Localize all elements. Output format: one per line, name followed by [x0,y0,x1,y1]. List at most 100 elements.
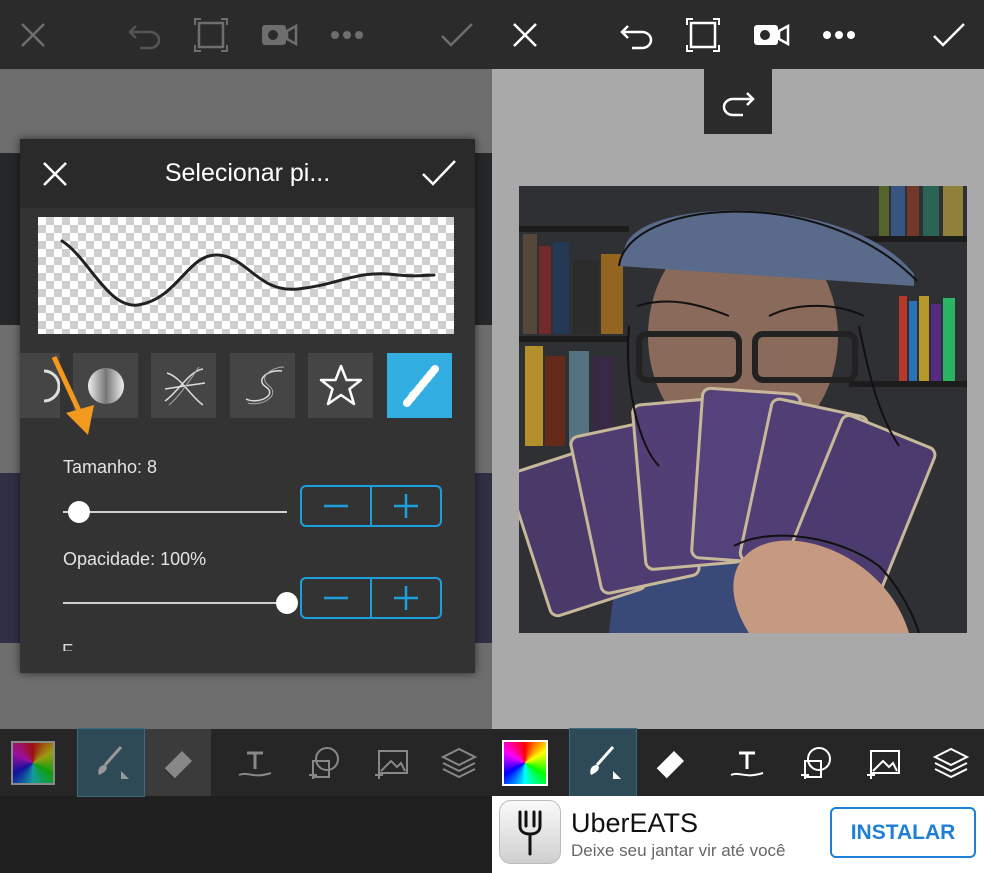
size-increase-button[interactable] [370,487,440,525]
minus-icon [324,504,348,508]
plus-icon [394,586,418,610]
text-tool-button[interactable] [714,729,780,796]
close-icon [21,23,45,47]
ubereats-app-icon [499,800,561,864]
dialog-confirm-button[interactable] [420,157,458,189]
bottom-toolbar [0,728,492,797]
size-stepper [300,485,442,527]
more-icon [823,31,855,39]
plus-icon [394,494,418,518]
apply-button[interactable] [434,12,480,58]
eraser-icon [655,750,684,780]
paintbrush-icon [98,745,129,779]
redo-icon [722,91,755,116]
checkmark-icon [422,160,456,186]
add-shape-icon [801,746,831,779]
color-wheel-icon [502,739,548,786]
redo-button[interactable] [704,69,772,134]
close-icon [513,23,537,47]
add-shape-icon [309,746,339,779]
crop-button[interactable] [188,12,234,58]
wave-stroke-icon [245,366,284,404]
ad-subtitle: Deixe seu jantar vir até você [571,841,786,860]
close-button[interactable] [502,12,548,58]
add-image-icon [375,749,408,779]
brush-tool-button[interactable] [77,728,145,797]
opacity-label: Opacidade: 100% [63,549,207,569]
layers-icon [440,747,478,778]
color-wheel-icon [11,740,55,785]
eraser-tool-button[interactable] [637,729,703,796]
annotation-arrow [51,355,94,435]
image-tool-button[interactable] [358,729,424,796]
sparkle-stroke-icon [402,364,439,407]
video-button[interactable] [256,12,302,58]
opacity-stepper [300,577,442,619]
color-picker-button[interactable] [492,729,558,796]
brush-stroke-preview [60,239,436,307]
video-button[interactable] [748,12,794,58]
size-slider-track[interactable] [63,511,287,513]
paintbrush-icon [590,745,621,779]
edited-photo[interactable] [519,186,967,633]
opacity-slider-knob[interactable] [276,592,298,614]
brush-option-sparkle[interactable] [387,353,452,418]
text-icon [238,751,272,776]
layers-button[interactable] [918,729,984,796]
undo-icon [128,25,161,50]
checkmark-icon [441,23,473,47]
more-button[interactable] [324,12,370,58]
color-picker-button[interactable] [0,729,66,796]
more-icon [331,31,363,39]
more-button[interactable] [816,12,862,58]
size-label: Tamanho: 8 [63,457,158,477]
opacity-slider-track[interactable] [63,602,287,604]
fork-icon [518,810,542,856]
star-icon [319,364,362,405]
eraser-icon [163,750,192,780]
video-camera-icon [754,23,790,47]
ad-title: UberEATS [571,808,699,838]
size-slider-knob[interactable] [67,501,90,523]
dialog-title: Selecionar pi... [164,159,331,187]
brush-tool-button[interactable] [569,728,637,797]
top-bar [492,0,984,69]
dialog-close-button[interactable] [40,159,70,189]
photo-with-drawing [519,186,967,633]
undo-icon [620,25,653,50]
text-icon [730,751,764,776]
close-icon [43,162,67,186]
crop-button[interactable] [680,12,726,58]
dialog-header: Selecionar pi... [20,139,475,208]
right-screen: UberEATS Deixe seu jantar vir até você I… [492,0,984,873]
layers-icon [932,747,970,778]
install-button[interactable]: INSTALAR [830,807,976,858]
video-camera-icon [262,23,298,47]
ad-banner[interactable]: UberEATS Deixe seu jantar vir até você I… [492,796,984,873]
shape-tool-button[interactable] [290,729,356,796]
undo-button[interactable] [614,12,660,58]
brush-dialog: Selecionar pi... Tamanho: 8 Opacidade: 1… [20,139,475,673]
crop-icon [686,18,720,52]
crop-icon [194,18,228,52]
eraser-tool-button[interactable] [145,729,211,796]
minus-icon [324,596,348,600]
size-decrease-button[interactable] [302,487,370,525]
brush-option-wave[interactable] [230,353,295,418]
image-tool-button[interactable] [850,729,916,796]
close-button[interactable] [10,12,56,58]
add-image-icon [867,749,900,779]
apply-button[interactable] [926,12,972,58]
left-screen: Selecionar pi... Tamanho: 8 Opacidade: 1… [0,0,492,873]
undo-button[interactable] [122,12,168,58]
hidden-setting-label: F [62,641,73,651]
opacity-decrease-button[interactable] [302,579,370,617]
brush-option-star[interactable] [308,353,373,418]
top-bar [0,0,492,69]
layers-button[interactable] [426,729,492,796]
text-tool-button[interactable] [222,729,288,796]
brush-option-cross-stroke[interactable] [151,353,216,418]
opacity-increase-button[interactable] [370,579,440,617]
shape-tool-button[interactable] [782,729,848,796]
checkmark-icon [933,23,965,47]
